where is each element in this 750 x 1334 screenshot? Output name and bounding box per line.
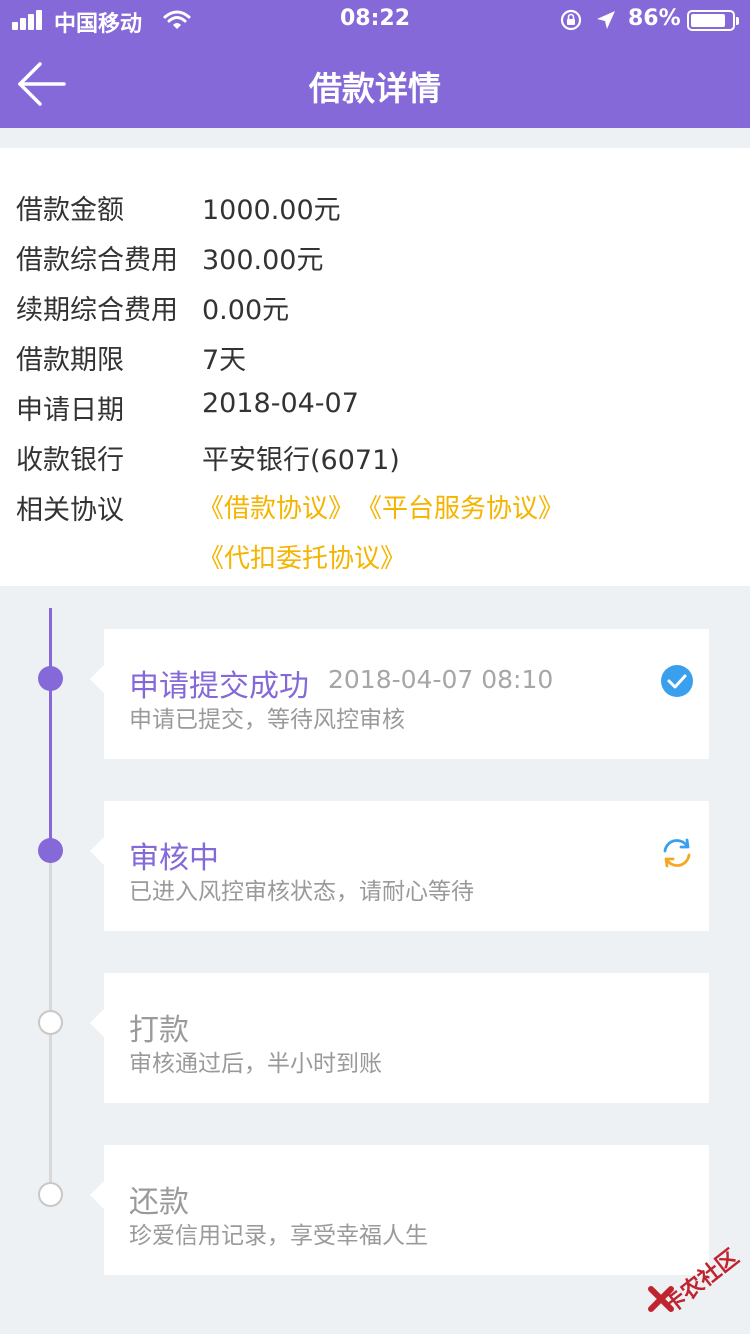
step-time: 2018-04-07 08:10 bbox=[328, 665, 554, 694]
detail-value: 2018-04-07 bbox=[202, 388, 359, 419]
page-title: 借款详情 bbox=[309, 69, 441, 108]
step-title: 打款 bbox=[129, 1013, 189, 1048]
status-bar: 中国移动 08:22 86% bbox=[0, 0, 750, 40]
detail-label: 相关协议 bbox=[16, 495, 124, 526]
loan-agreement-link[interactable]: 《借款协议》 bbox=[198, 488, 354, 525]
step-card-repayment: 还款 珍爱信用记录，享受幸福人生 bbox=[90, 1145, 709, 1275]
refresh-icon bbox=[663, 838, 691, 868]
loan-details-card: 借款金额 1000.00元 借款综合费用 300.00元 续期综合费用 0.00… bbox=[0, 148, 750, 586]
detail-value: 1000.00元 bbox=[202, 195, 341, 226]
nav-bar: 借款详情 bbox=[0, 40, 750, 128]
rotation-lock-icon bbox=[560, 9, 582, 31]
step-description: 审核通过后，半小时到账 bbox=[129, 1051, 382, 1077]
detail-value: 平安银行(6071) bbox=[202, 445, 400, 476]
step-card-submitted: 申请提交成功 2018-04-07 08:10 申请已提交，等待风控审核 bbox=[90, 629, 709, 759]
step-title: 还款 bbox=[129, 1185, 189, 1220]
step-description: 申请已提交，等待风控审核 bbox=[129, 707, 405, 733]
detail-value: 300.00元 bbox=[202, 245, 324, 276]
step-title: 审核中 bbox=[129, 841, 219, 876]
step-dot-done bbox=[38, 838, 63, 863]
platform-service-agreement-link[interactable]: 《平台服务协议》 bbox=[356, 488, 564, 525]
loan-detail-page: 中国移动 08:22 86% 借款详情 借款金额 1000.00元 借款综合费用… bbox=[0, 0, 750, 1334]
step-title: 申请提交成功 bbox=[129, 669, 309, 704]
step-dot-pending bbox=[38, 1010, 63, 1035]
detail-value: 7天 bbox=[202, 345, 247, 376]
detail-label: 续期综合费用 bbox=[16, 295, 178, 326]
step-dot-pending bbox=[38, 1182, 63, 1207]
step-card-reviewing: 审核中 已进入风控审核状态，请耐心等待 bbox=[90, 801, 709, 931]
detail-label: 借款金额 bbox=[16, 195, 124, 226]
location-icon bbox=[597, 11, 615, 29]
withholding-agreement-link[interactable]: 《代扣委托协议》 bbox=[198, 538, 406, 575]
detail-label: 申请日期 bbox=[16, 395, 124, 426]
step-description: 珍爱信用记录，享受幸福人生 bbox=[129, 1223, 428, 1249]
detail-label: 借款综合费用 bbox=[16, 245, 178, 276]
watermark-text: 卡农社区 bbox=[659, 1245, 744, 1319]
check-circle-icon bbox=[661, 665, 693, 697]
detail-label: 收款银行 bbox=[16, 445, 124, 476]
progress-timeline: 申请提交成功 2018-04-07 08:10 申请已提交，等待风控审核 审核中… bbox=[0, 586, 750, 1334]
step-description: 已进入风控审核状态，请耐心等待 bbox=[129, 879, 474, 905]
header: 中国移动 08:22 86% 借款详情 bbox=[0, 0, 750, 128]
detail-label: 借款期限 bbox=[16, 345, 124, 376]
battery-percent: 86% bbox=[628, 6, 681, 31]
watermark-logo: 卡农社区 bbox=[644, 1238, 744, 1319]
battery-icon bbox=[687, 10, 739, 31]
timeline-line-done bbox=[49, 608, 52, 850]
step-dot-done bbox=[38, 666, 63, 691]
detail-value: 0.00元 bbox=[202, 295, 290, 326]
step-card-payout: 打款 审核通过后，半小时到账 bbox=[90, 973, 709, 1103]
